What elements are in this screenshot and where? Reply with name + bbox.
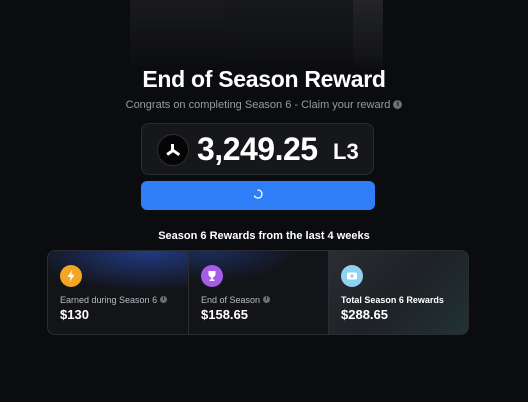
page-title: End of Season Reward	[142, 66, 386, 92]
trophy-icon	[201, 265, 223, 287]
rewards-cards: Earned during Season 6i $130 End of Seas…	[47, 250, 469, 335]
l3-token-icon	[157, 134, 189, 166]
claim-reward-button[interactable]	[141, 181, 375, 210]
reward-card-earned: Earned during Season 6i $130	[48, 251, 188, 334]
card-label: Total Season 6 Rewards	[341, 295, 444, 305]
ticket-icon	[341, 265, 363, 287]
reward-unit: L3	[333, 139, 359, 164]
rewards-heading: Season 6 Rewards from the last 4 weeks	[158, 230, 370, 242]
card-label: Earned during Season 6i	[60, 295, 168, 305]
card-value: $130	[60, 307, 89, 322]
reward-amount: 3,249.25	[197, 131, 318, 167]
spinner-icon	[253, 189, 263, 199]
reward-amount-box: 3,249.25 L3	[141, 123, 374, 175]
info-icon[interactable]: i	[263, 296, 271, 304]
background-panel-left	[130, 0, 225, 70]
card-value: $158.65	[201, 307, 248, 322]
background-panel-center	[225, 0, 353, 70]
card-value: $288.65	[341, 307, 388, 322]
card-label-text: End of Season	[201, 295, 261, 305]
page-subtitle: Congrats on completing Season 6 - Claim …	[0, 99, 528, 111]
background-panel-right	[353, 0, 383, 70]
info-icon[interactable]: i	[160, 296, 168, 304]
card-label-text: Earned during Season 6	[60, 295, 158, 305]
lightning-icon	[60, 265, 82, 287]
info-icon[interactable]: i	[393, 99, 403, 109]
reward-card-end-of-season: End of Season i $158.65	[188, 251, 328, 334]
card-label: End of Season i	[201, 295, 271, 305]
reward-card-total: Total Season 6 Rewards $288.65	[328, 251, 468, 334]
subtitle-text: Congrats on completing Season 6 - Claim …	[125, 99, 391, 111]
